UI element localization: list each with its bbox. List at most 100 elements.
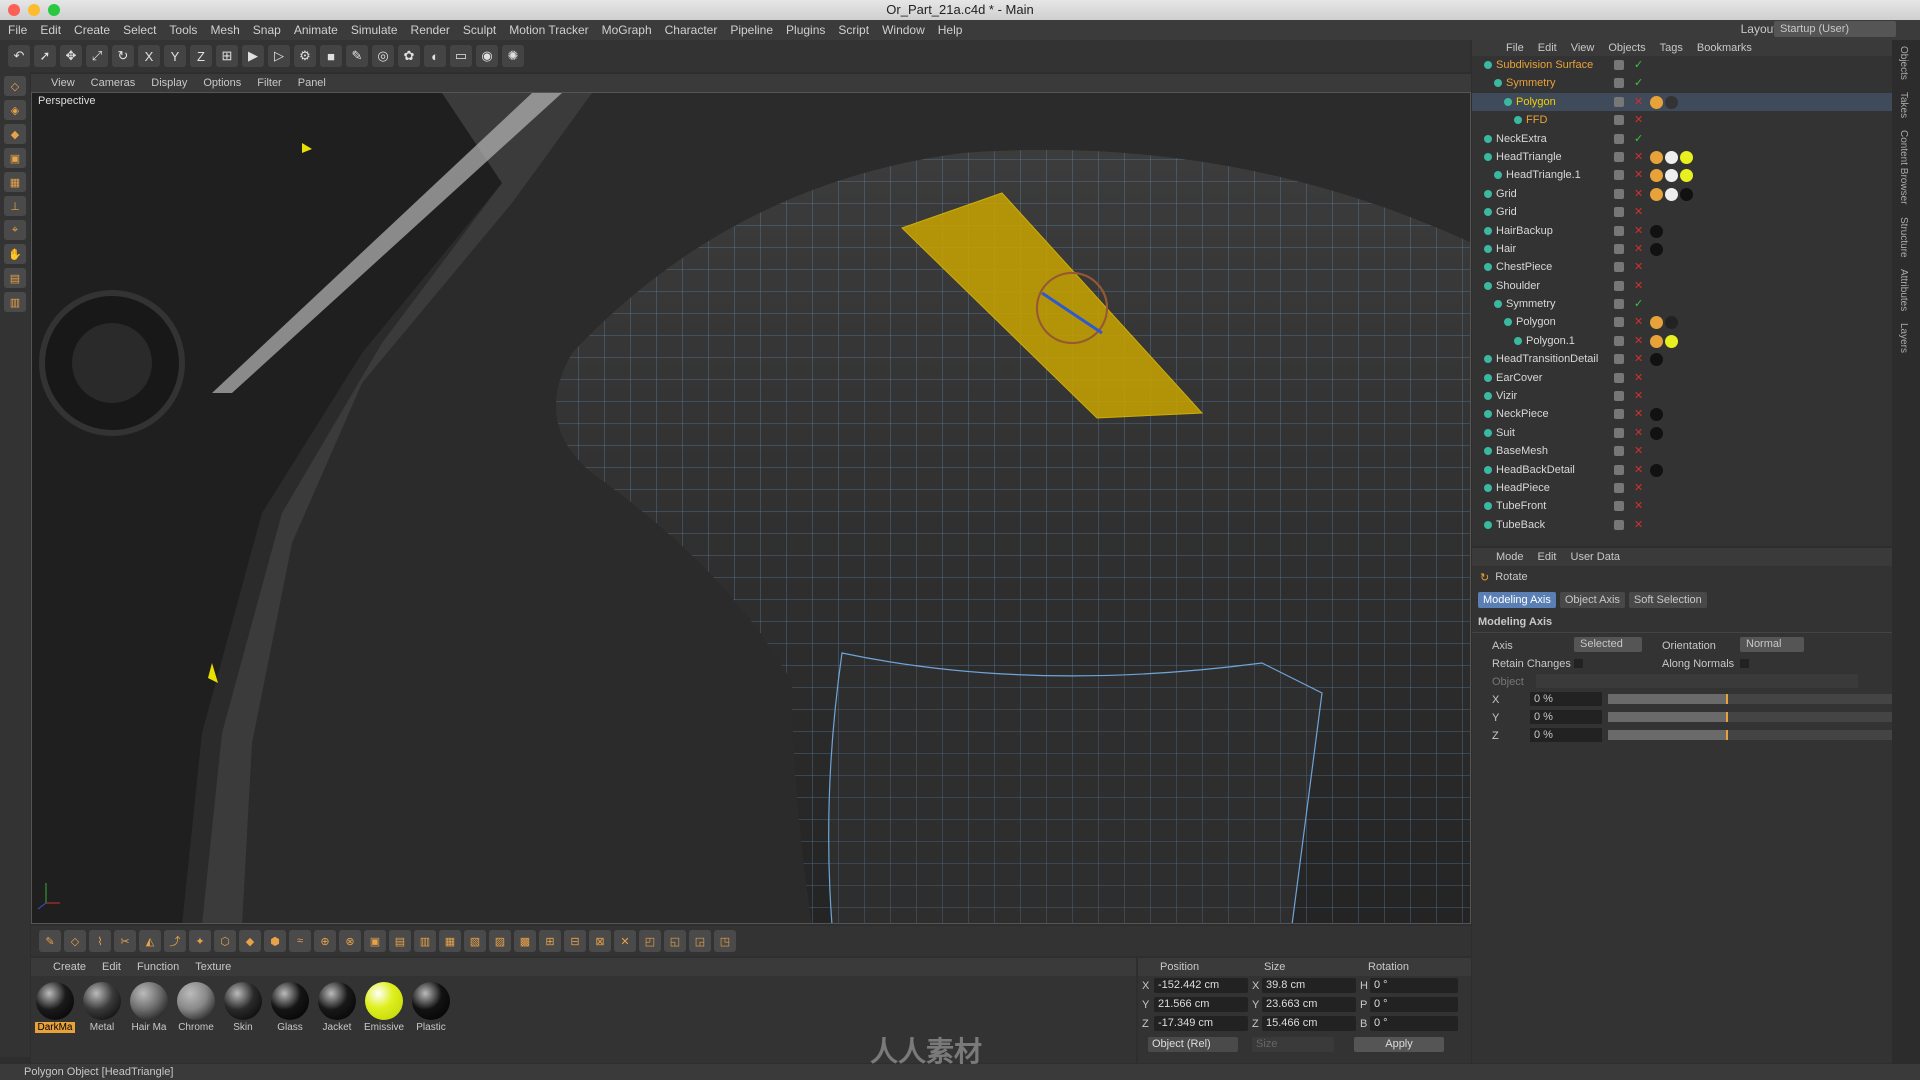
coord-icon[interactable]: ⊞ bbox=[216, 45, 238, 67]
mesh-tool-icon-26[interactable]: ◱ bbox=[664, 930, 686, 952]
object-row[interactable]: HeadTransitionDetail ✕ bbox=[1472, 350, 1892, 368]
menu-file[interactable]: File bbox=[8, 23, 27, 37]
minimize-window-button[interactable] bbox=[28, 4, 40, 16]
cloner-icon[interactable]: ✿ bbox=[398, 45, 420, 67]
viewport-menu-panel[interactable]: Panel bbox=[298, 77, 326, 89]
menu-window[interactable]: Window bbox=[882, 23, 925, 37]
menu-mesh[interactable]: Mesh bbox=[210, 23, 239, 37]
mesh-tool-icon-5[interactable]: ◭ bbox=[139, 930, 161, 952]
x-slider[interactable] bbox=[1608, 694, 1893, 704]
enable-toggle[interactable]: ✕ bbox=[1634, 442, 1643, 460]
menu-create[interactable]: Create bbox=[74, 23, 110, 37]
size-field[interactable]: 15.466 cm bbox=[1262, 1016, 1356, 1031]
object-row[interactable]: EarCover ✕ bbox=[1472, 369, 1892, 387]
visibility-toggle[interactable] bbox=[1614, 60, 1624, 70]
material-menu-edit[interactable]: Edit bbox=[102, 961, 121, 973]
object-row[interactable]: ChestPiece ✕ bbox=[1472, 258, 1892, 276]
attr-tab-soft-selection[interactable]: Soft Selection bbox=[1628, 592, 1707, 608]
side-tab-objects[interactable]: Objects bbox=[1892, 40, 1915, 86]
material-menu-create[interactable]: Create bbox=[53, 961, 86, 973]
material-tag-icon[interactable] bbox=[1680, 187, 1693, 201]
attr-menu-edit[interactable]: Edit bbox=[1538, 551, 1557, 563]
mesh-tool-icon-15[interactable]: ▤ bbox=[389, 930, 411, 952]
visibility-toggle[interactable] bbox=[1614, 133, 1624, 144]
object-row[interactable]: Shoulder ✕ bbox=[1472, 277, 1892, 295]
material-tag-icon[interactable] bbox=[1650, 95, 1663, 109]
material-tag-icon[interactable] bbox=[1665, 95, 1678, 109]
material-tag-icon[interactable] bbox=[1665, 334, 1678, 348]
visibility-toggle[interactable] bbox=[1614, 170, 1624, 181]
visibility-toggle[interactable] bbox=[1614, 151, 1624, 162]
object-row[interactable]: HeadTriangle ✕ bbox=[1472, 148, 1892, 166]
mesh-tool-icon-17[interactable]: ▦ bbox=[439, 930, 461, 952]
mesh-tool-icon-9[interactable]: ◆ bbox=[239, 930, 261, 952]
object-row[interactable]: Subdivision Surface ✓ bbox=[1472, 56, 1892, 74]
visibility-toggle[interactable] bbox=[1614, 262, 1624, 273]
deformer-icon[interactable]: ◐ bbox=[424, 45, 446, 67]
mesh-tool-icon-12[interactable]: ⊕ bbox=[314, 930, 336, 952]
menu-select[interactable]: Select bbox=[123, 23, 156, 37]
render-icon[interactable]: ▶ bbox=[242, 45, 264, 67]
enable-toggle[interactable]: ✕ bbox=[1634, 222, 1643, 240]
visibility-toggle[interactable] bbox=[1614, 78, 1624, 89]
object-menu-edit[interactable]: Edit bbox=[1538, 42, 1557, 54]
visibility-toggle[interactable] bbox=[1614, 409, 1624, 420]
visibility-toggle[interactable] bbox=[1614, 96, 1624, 107]
z-value-field[interactable]: 0 % bbox=[1530, 728, 1602, 742]
camera-icon[interactable]: ◉ bbox=[476, 45, 498, 67]
enable-toggle[interactable]: ✕ bbox=[1634, 350, 1643, 368]
mesh-tool-icon-2[interactable]: ◇ bbox=[64, 930, 86, 952]
material-tag-icon[interactable] bbox=[1650, 316, 1663, 330]
visibility-toggle[interactable] bbox=[1614, 391, 1624, 402]
object-row[interactable]: TubeBack ✕ bbox=[1472, 516, 1892, 534]
object-menu-file[interactable]: File bbox=[1506, 42, 1524, 54]
material-swatch[interactable]: Chrome bbox=[176, 982, 216, 1033]
workplane-icon[interactable]: ▤ bbox=[4, 268, 26, 288]
y-axis-icon[interactable]: Y bbox=[164, 45, 186, 67]
mesh-tool-icon-10[interactable]: ⬢ bbox=[264, 930, 286, 952]
enable-toggle[interactable]: ✕ bbox=[1634, 148, 1643, 166]
polygons-mode-icon[interactable]: ◆ bbox=[4, 124, 26, 144]
move-icon[interactable]: ✥ bbox=[60, 45, 82, 67]
mesh-tool-icon-27[interactable]: ◲ bbox=[689, 930, 711, 952]
object-row[interactable]: Suit ✕ bbox=[1472, 424, 1892, 442]
object-menu-tags[interactable]: Tags bbox=[1660, 42, 1683, 54]
object-row[interactable]: Hair ✕ bbox=[1472, 240, 1892, 258]
mesh-tool-icon-3[interactable]: ⌇ bbox=[89, 930, 111, 952]
visibility-toggle[interactable] bbox=[1614, 335, 1624, 346]
mesh-tool-icon-28[interactable]: ◳ bbox=[714, 930, 736, 952]
enable-toggle[interactable]: ✕ bbox=[1634, 203, 1643, 221]
subdivide-icon[interactable]: ◎ bbox=[372, 45, 394, 67]
mesh-tool-icon-20[interactable]: ▩ bbox=[514, 930, 536, 952]
menu-tools[interactable]: Tools bbox=[169, 23, 197, 37]
mesh-tool-icon-14[interactable]: ▣ bbox=[364, 930, 386, 952]
object-menu-objects[interactable]: Objects bbox=[1608, 42, 1645, 54]
visibility-toggle[interactable] bbox=[1614, 299, 1624, 310]
object-row[interactable]: HeadBackDetail ✕ bbox=[1472, 461, 1892, 479]
object-row[interactable]: Vizir ✕ bbox=[1472, 387, 1892, 405]
object-row[interactable]: HeadTriangle.1 ✕ bbox=[1472, 166, 1892, 184]
enable-toggle[interactable]: ✕ bbox=[1634, 461, 1643, 479]
material-tag-icon[interactable] bbox=[1665, 169, 1678, 183]
enable-toggle[interactable]: ✕ bbox=[1634, 424, 1643, 442]
material-swatch[interactable]: Hair Ma bbox=[129, 982, 169, 1033]
visibility-toggle[interactable] bbox=[1614, 464, 1624, 475]
material-tag-icon[interactable] bbox=[1650, 242, 1663, 256]
mesh-tool-icon-25[interactable]: ◰ bbox=[639, 930, 661, 952]
x-axis-icon[interactable]: X bbox=[138, 45, 160, 67]
visibility-toggle[interactable] bbox=[1614, 482, 1624, 493]
mesh-tool-icon-23[interactable]: ⊠ bbox=[589, 930, 611, 952]
object-row[interactable]: Grid ✕ bbox=[1472, 185, 1892, 203]
material-tag-icon[interactable] bbox=[1650, 187, 1663, 201]
menu-character[interactable]: Character bbox=[665, 23, 718, 37]
z-slider[interactable] bbox=[1608, 730, 1893, 740]
coord-mode-select[interactable]: Object (Rel) bbox=[1148, 1037, 1238, 1052]
material-swatch[interactable]: Metal bbox=[82, 982, 122, 1033]
undo-icon[interactable]: ↶ bbox=[8, 45, 30, 67]
y-slider[interactable] bbox=[1608, 712, 1893, 722]
scale-icon[interactable]: ⤢ bbox=[86, 45, 108, 67]
menu-render[interactable]: Render bbox=[411, 23, 450, 37]
retain-changes-checkbox[interactable] bbox=[1574, 659, 1583, 668]
object-menu-view[interactable]: View bbox=[1571, 42, 1595, 54]
menu-script[interactable]: Script bbox=[838, 23, 869, 37]
